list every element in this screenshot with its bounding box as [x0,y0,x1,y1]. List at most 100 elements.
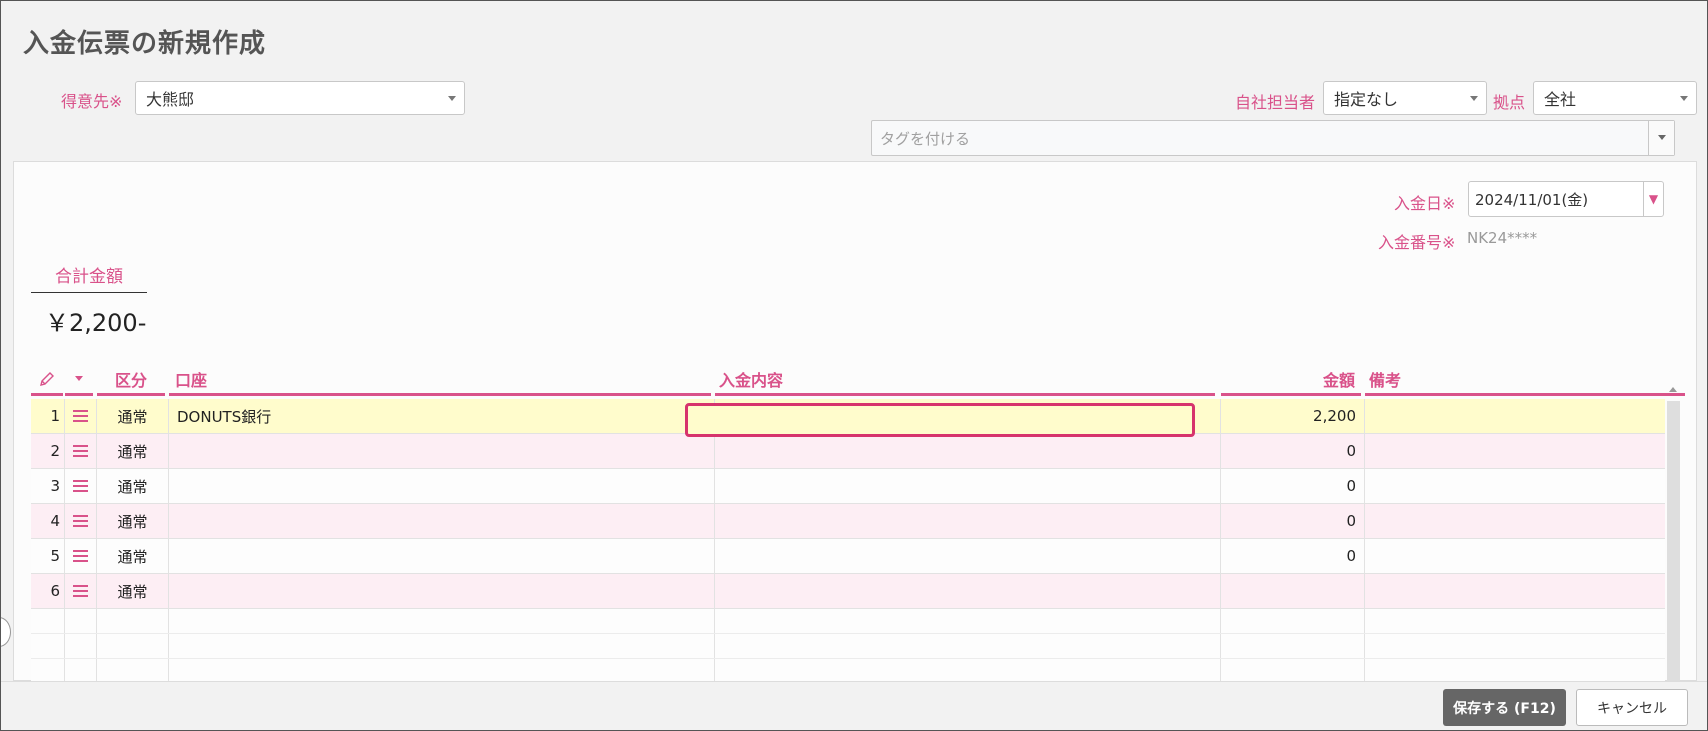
staff-value: 指定なし [1334,90,1399,109]
branch-value: 全社 [1544,90,1577,109]
empty-cell [715,659,1221,683]
save-button[interactable]: 保存する (F12) [1443,689,1566,726]
empty-cell [169,659,715,683]
table-row[interactable]: 3 通常 0 [31,469,1665,504]
kubun-cell[interactable]: 通常 [97,504,169,538]
kubun-cell[interactable]: 通常 [97,469,169,503]
empty-cell [1221,634,1365,658]
tag-input[interactable]: タグを付ける [871,120,1675,156]
drag-handle-icon[interactable] [65,504,97,538]
page-title: 入金伝票の新規作成 [23,29,267,59]
amount-cell[interactable]: 0 [1221,434,1365,468]
empty-cell [1221,659,1365,683]
tag-placeholder: タグを付ける [880,129,971,148]
branch-select[interactable]: 全社 [1533,81,1697,115]
chevron-down-icon [1658,135,1666,140]
empty-cell [31,634,65,658]
staff-select[interactable]: 指定なし [1323,81,1487,115]
header-content: 入金内容 [715,364,1215,396]
chevron-down-icon[interactable]: ▼ [1643,182,1663,216]
empty-cell [715,609,1221,633]
payment-date-label: 入金日※ [1394,194,1456,213]
drag-handle-icon[interactable] [65,469,97,503]
drag-handle-icon[interactable] [65,434,97,468]
content-cell[interactable] [715,574,1221,608]
account-cell[interactable] [169,434,715,468]
note-cell[interactable] [1365,539,1665,573]
content-cell[interactable] [715,504,1221,538]
amount-cell[interactable] [1221,574,1365,608]
amount-cell[interactable]: 2,200 [1221,399,1365,433]
table-row[interactable]: 6 通常 [31,574,1665,609]
caret-down-icon[interactable] [65,364,93,396]
amount-cell[interactable]: 0 [1221,504,1365,538]
account-cell[interactable] [169,574,715,608]
empty-cell [97,609,169,633]
branch-label: 拠点 [1493,93,1526,112]
customer-label: 得意先※ [61,92,123,111]
amount-cell[interactable]: 0 [1221,539,1365,573]
row-number: 6 [31,574,65,608]
chevron-down-icon [448,96,456,101]
kubun-cell[interactable]: 通常 [97,399,169,433]
empty-row [31,634,1665,659]
side-panel-toggle[interactable] [1,617,11,647]
table-row[interactable]: 5 通常 0 [31,539,1665,574]
note-cell[interactable] [1365,504,1665,538]
account-cell[interactable] [169,539,715,573]
note-cell[interactable] [1365,399,1665,433]
header-amount: 金額 [1221,364,1361,396]
account-cell[interactable] [169,504,715,538]
staff-label: 自社担当者 [1235,93,1316,112]
kubun-cell[interactable]: 通常 [97,434,169,468]
content-cell[interactable] [715,434,1221,468]
payment-date-picker[interactable]: 2024/11/01(金) ▼ [1468,181,1664,217]
drag-handle-icon[interactable] [65,399,97,433]
table-row[interactable]: 2 通常 0 [31,434,1665,469]
empty-cell [169,634,715,658]
row-number: 2 [31,434,65,468]
empty-cell [31,609,65,633]
scroll-up-icon[interactable] [1669,387,1677,392]
note-cell[interactable] [1365,574,1665,608]
tag-dropdown-button[interactable] [1648,121,1674,155]
vertical-scrollbar[interactable] [1667,401,1680,681]
empty-row [31,609,1665,634]
active-cell-editor[interactable] [685,403,1195,437]
cancel-button[interactable]: キャンセル [1576,689,1688,726]
row-number: 4 [31,504,65,538]
row-number: 3 [31,469,65,503]
header-note: 備考 [1365,364,1685,396]
total-label: 合計金額 [31,262,147,293]
note-cell[interactable] [1365,434,1665,468]
empty-cell [97,659,169,683]
amount-cell[interactable]: 0 [1221,469,1365,503]
drag-handle-icon[interactable] [65,539,97,573]
payment-number-label: 入金番号※ [1378,233,1456,252]
note-cell[interactable] [1365,469,1665,503]
drag-handle-icon[interactable] [65,574,97,608]
payment-date-value: 2024/11/01(金) [1475,190,1589,209]
empty-cell [1221,609,1365,633]
chevron-down-icon [1470,96,1478,101]
table-row[interactable]: 4 通常 0 [31,504,1665,539]
total-amount: ￥2,200- [45,309,147,337]
content-cell[interactable] [715,539,1221,573]
account-cell[interactable] [169,469,715,503]
empty-cell [65,609,97,633]
kubun-cell[interactable]: 通常 [97,574,169,608]
empty-cell [31,659,65,683]
empty-cell [169,609,715,633]
content-cell[interactable] [715,469,1221,503]
header-kubun: 区分 [97,364,165,396]
customer-value: 大熊邸 [146,90,195,109]
empty-cell [715,634,1221,658]
chevron-down-icon [1680,96,1688,101]
row-number: 5 [31,539,65,573]
row-number: 1 [31,399,65,433]
customer-select[interactable]: 大熊邸 [135,81,465,115]
empty-cell [65,659,97,683]
kubun-cell[interactable]: 通常 [97,539,169,573]
account-cell[interactable]: DONUTS銀行 [169,399,715,433]
pencil-icon[interactable] [31,364,63,396]
